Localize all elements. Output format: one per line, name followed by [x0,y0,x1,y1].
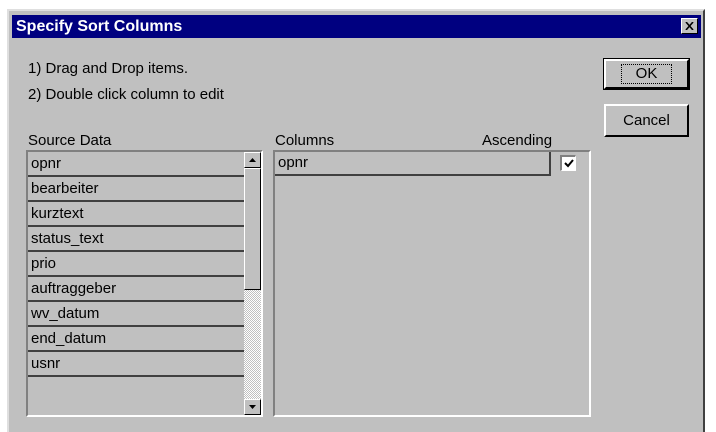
source-item[interactable]: prio [28,252,245,277]
close-icon [685,22,694,30]
column-row-name: opnr [278,154,309,171]
source-item[interactable]: wv_datum [28,302,245,327]
ok-button[interactable]: OK [603,58,690,90]
source-item[interactable]: auftraggeber [28,277,245,302]
source-item[interactable]: usnr [28,352,245,377]
arrow-up-icon [249,158,256,162]
source-item[interactable]: bearbeiter [28,177,245,202]
source-data-list[interactable]: opnr bearbeiter kurztext status_text prio auf… [26,150,263,417]
ok-label: OK [620,64,673,84]
cancel-label: Cancel [623,112,670,129]
columns-list[interactable]: opnr [273,150,591,417]
source-items: opnr bearbeiter kurztext status_text prio auf… [28,152,245,377]
scroll-up-button[interactable] [244,152,261,168]
check-icon [563,159,574,168]
title-bar[interactable]: Specify Sort Columns [12,15,701,38]
source-item[interactable]: end_datum [28,327,245,352]
source-item[interactable]: kurztext [28,202,245,227]
source-scrollbar[interactable] [244,152,261,415]
scroll-down-button[interactable] [244,399,261,415]
ascending-label: Ascending [482,132,553,149]
arrow-down-icon [249,405,256,409]
source-data-label: Source Data [28,132,112,149]
cancel-button[interactable]: Cancel [604,104,689,137]
source-item[interactable]: opnr [28,152,245,177]
instruction-line-1: 1) Drag and Drop items. [28,60,189,77]
scroll-thumb[interactable] [244,168,261,290]
dialog-title: Specify Sort Columns [16,18,183,35]
columns-label: Columns [275,132,335,149]
close-button[interactable] [681,18,698,34]
ascending-checkbox[interactable] [560,155,576,171]
column-row[interactable]: opnr [275,152,551,176]
instruction-line-2: 2) Double click column to edit [28,86,224,103]
source-item[interactable]: status_text [28,227,245,252]
